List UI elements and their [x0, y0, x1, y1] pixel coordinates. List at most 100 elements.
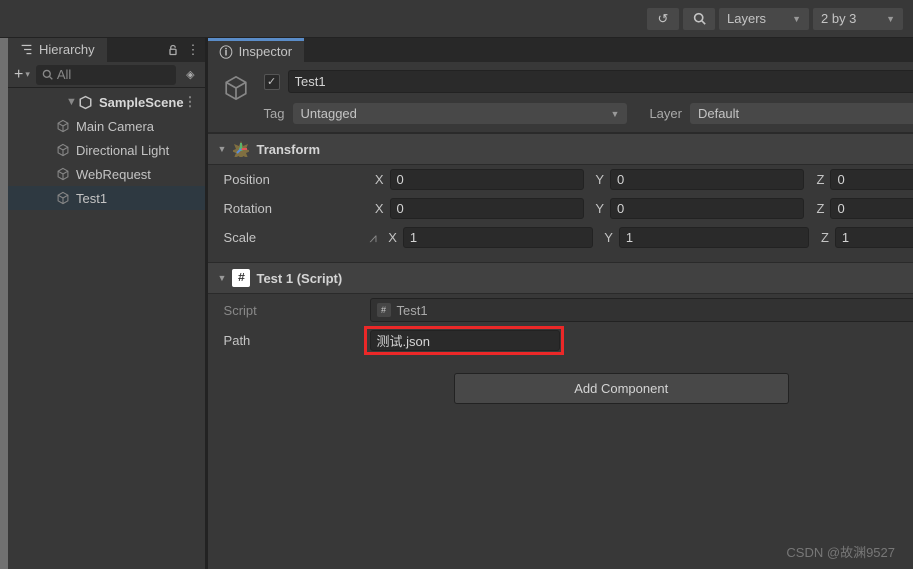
inspector-panel: ⓘ Inspector ⋮ ✓ [208, 38, 913, 569]
gameobject-header: ✓ Static ▼ Tag Untagged ▼ [208, 62, 913, 133]
unity-scene-icon [78, 95, 93, 110]
gameobject-icon [56, 119, 70, 133]
position-row: Position X Y Z [208, 165, 913, 194]
scale-y-input[interactable] [619, 227, 809, 248]
gameobject-cube-icon[interactable] [218, 70, 254, 106]
x-label: X [383, 230, 397, 245]
hierarchy-tab-actions: ⋮ [107, 38, 205, 62]
inspector-body: ✓ Static ▼ Tag Untagged ▼ [208, 62, 913, 569]
constrain-icon[interactable]: ⩘ [370, 230, 377, 246]
script-value: Test1 [397, 303, 428, 318]
z-label: Z [810, 172, 824, 187]
rotation-z-input[interactable] [830, 198, 913, 219]
transform-component-header[interactable]: ▼ Transform ❔ ⇄ ⋮ [208, 133, 913, 165]
script-field-label: Script [224, 303, 364, 318]
watermark: CSDN @故渊9527 [786, 542, 895, 561]
rotation-x-input[interactable] [390, 198, 584, 219]
rotation-row: Rotation X Y Z [208, 194, 913, 223]
foldout-icon[interactable]: ▼ [218, 144, 227, 154]
hierarchy-item-webrequest[interactable]: WebRequest [8, 162, 205, 186]
position-z-input[interactable] [830, 169, 913, 190]
save-search-icon[interactable]: ◈ [182, 68, 198, 81]
search-icon [693, 12, 706, 25]
item-label: Test1 [76, 191, 107, 206]
gameobject-icon [56, 191, 70, 205]
tag-dropdown[interactable]: Untagged ▼ [293, 103, 628, 124]
hierarchy-icon [20, 43, 33, 56]
item-label: WebRequest [76, 167, 151, 182]
inspector-tab[interactable]: ⓘ Inspector [208, 38, 305, 62]
chevron-down-icon: ▼ [886, 14, 895, 24]
scene-row[interactable]: ▼ SampleScene ⋮ [8, 90, 205, 114]
hierarchy-item-test1[interactable]: Test1 [8, 186, 205, 210]
enabled-checkbox[interactable]: ✓ [264, 74, 280, 90]
item-label: Directional Light [76, 143, 169, 158]
chevron-down-icon: ▾ [25, 69, 30, 80]
position-y-input[interactable] [610, 169, 804, 190]
z-label: Z [815, 230, 829, 245]
info-icon: ⓘ [220, 42, 233, 61]
script-file-icon: # [377, 303, 391, 317]
rotation-label: Rotation [224, 201, 364, 216]
script-object-field[interactable]: # Test1 ⊙ [370, 298, 913, 322]
foldout-icon[interactable]: ▼ [66, 96, 78, 108]
y-label: Y [590, 172, 604, 187]
history-button[interactable]: ↺ [647, 8, 679, 30]
scale-x-input[interactable] [403, 227, 593, 248]
chevron-down-icon: ▼ [611, 109, 620, 119]
foldout-icon[interactable]: ▼ [218, 273, 227, 283]
plus-icon: + [14, 66, 23, 84]
gameobject-icon [56, 167, 70, 181]
tag-label: Tag [264, 106, 285, 121]
inspector-tab-actions: ⋮ [304, 38, 913, 62]
layers-dropdown[interactable]: Layers ▼ [719, 8, 809, 30]
scene-menu-icon[interactable]: ⋮ [184, 94, 197, 110]
script-title: Test 1 (Script) [256, 271, 913, 286]
layer-value: Default [698, 106, 739, 121]
layers-label: Layers [727, 11, 766, 26]
script-icon: # [232, 269, 250, 287]
add-component-button[interactable]: Add Component [454, 373, 789, 404]
path-field-row: Path [208, 326, 913, 355]
inspector-tab-label: Inspector [239, 44, 292, 59]
transform-icon [232, 140, 250, 158]
gameobject-icon [56, 143, 70, 157]
x-label: X [370, 201, 384, 216]
path-label: Path [224, 333, 364, 348]
hierarchy-item-camera[interactable]: Main Camera [8, 114, 205, 138]
scale-z-input[interactable] [835, 227, 913, 248]
script-component-header[interactable]: ▼ # Test 1 (Script) ❔ ⇄ ⋮ [208, 262, 913, 294]
search-button[interactable] [683, 8, 715, 30]
hierarchy-tab-label: Hierarchy [39, 42, 95, 57]
z-label: Z [810, 201, 824, 216]
hierarchy-tab[interactable]: Hierarchy [8, 38, 107, 62]
layout-dropdown[interactable]: 2 by 3 ▼ [813, 8, 903, 30]
item-label: Main Camera [76, 119, 154, 134]
rotation-y-input[interactable] [610, 198, 804, 219]
search-placeholder: All [57, 67, 71, 82]
scene-name: SampleScene [99, 95, 184, 110]
sidebar-gutter [0, 38, 8, 569]
hierarchy-tab-bar: Hierarchy ⋮ [8, 38, 205, 62]
search-icon [42, 69, 53, 80]
scale-label: Scale [224, 230, 364, 245]
path-input[interactable] [370, 330, 560, 351]
position-x-input[interactable] [390, 169, 584, 190]
layer-label: Layer [649, 106, 682, 121]
layout-label: 2 by 3 [821, 11, 856, 26]
menu-icon[interactable]: ⋮ [187, 42, 200, 58]
tag-value: Untagged [301, 106, 357, 121]
top-toolbar: ↺ Layers ▼ 2 by 3 ▼ [0, 0, 913, 38]
lock-icon[interactable] [167, 44, 179, 56]
hierarchy-toolbar: + ▾ All ◈ [8, 62, 205, 88]
transform-title: Transform [256, 142, 913, 157]
x-label: X [370, 172, 384, 187]
hierarchy-search[interactable]: All [36, 65, 176, 85]
hierarchy-item-light[interactable]: Directional Light [8, 138, 205, 162]
gameobject-name-input[interactable] [288, 70, 913, 93]
create-button[interactable]: + ▾ [14, 66, 30, 84]
layer-dropdown[interactable]: Default ▼ [690, 103, 913, 124]
hierarchy-tree: ▼ SampleScene ⋮ Main Camera Directional … [8, 88, 205, 569]
scale-row: Scale ⩘ X Y Z [208, 223, 913, 252]
script-field-row: Script # Test1 ⊙ [208, 294, 913, 326]
